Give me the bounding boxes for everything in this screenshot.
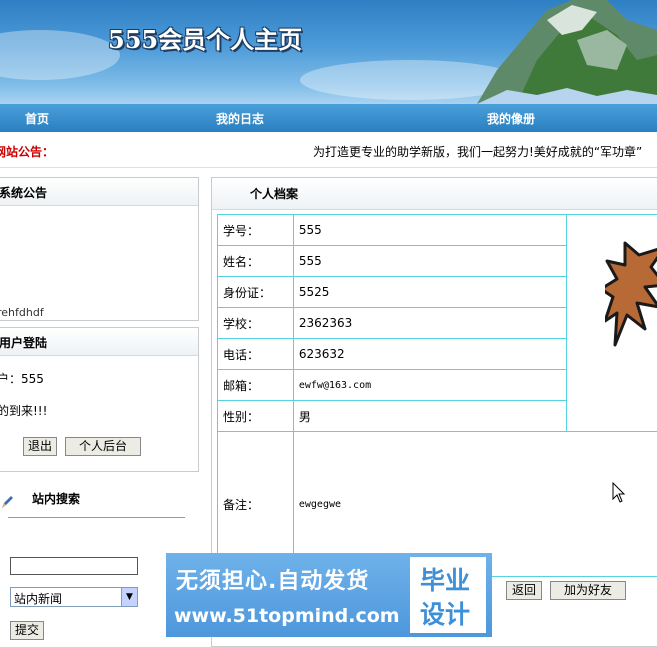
login-welcome: 的到来!!!	[0, 402, 47, 419]
system-notice-panel: 系统公告 rehfdhdf	[0, 177, 199, 321]
profile-value-name: 555	[293, 246, 566, 277]
watermark-logo-top: 毕业	[420, 561, 470, 597]
profile-label-gender: 性别：	[218, 401, 294, 432]
nav-my-album[interactable]: 我的像册	[487, 110, 535, 127]
profile-value-student-id: 555	[293, 215, 566, 246]
system-notice-scroll-text: rehfdhdf	[0, 306, 44, 319]
personal-profile-title: 个人档案	[212, 178, 657, 210]
notice-label: 网站公告：	[0, 143, 54, 160]
search-submit-button[interactable]: 提交	[10, 621, 44, 640]
profile-table: 学号： 555 姓名： 555 身份证： 5525 学校： 2362363 电话…	[217, 214, 657, 577]
pencil-icon	[0, 494, 14, 510]
search-input[interactable]	[10, 557, 138, 575]
profile-label-id-card: 身份证：	[218, 277, 294, 308]
watermark-slogan: 无须担心.自动发货	[176, 563, 369, 595]
search-category-value: 站内新闻	[14, 592, 62, 606]
user-login-title: 用户登陆	[0, 328, 198, 356]
profile-value-phone: 623632	[293, 339, 566, 370]
add-friend-button[interactable]: 加为好友	[550, 581, 626, 600]
site-notice-bar: 网站公告： 为打造更专业的助学新版，我们一起努力!美好成就的“军功章”	[0, 132, 657, 168]
site-title: 555会员个人主页	[108, 20, 302, 55]
profile-value-email: ewfw@163.com	[293, 370, 566, 401]
site-search-title: 站内搜索	[32, 490, 80, 507]
watermark-logo-bottom: 设计	[420, 595, 470, 631]
header-banner: 555会员个人主页	[0, 0, 657, 104]
main-nav: 首页 我的日志 我的像册	[0, 104, 657, 132]
mountain-image	[477, 0, 657, 104]
back-button[interactable]: 返回	[506, 581, 542, 600]
login-username: 户：555	[0, 370, 44, 387]
profile-label-school: 学校：	[218, 308, 294, 339]
cloud-decoration	[0, 30, 120, 80]
watermark-banner: 无须担心.自动发货 www.51topmind.com 毕业 设计	[166, 553, 492, 637]
user-login-panel: 用户登陆 户：555 的到来!!! 退出 个人后台	[0, 327, 199, 472]
table-row: 学号： 555	[218, 215, 657, 246]
chevron-down-icon[interactable]: ▼	[121, 588, 137, 606]
profile-photo	[567, 215, 657, 432]
divider	[8, 517, 185, 518]
profile-label-student-id: 学号：	[218, 215, 294, 246]
nav-home[interactable]: 首页	[25, 110, 49, 127]
notice-marquee-text: 为打造更专业的助学新版，我们一起努力!美好成就的“军功章”	[313, 143, 642, 160]
watermark-logo: 毕业 设计	[410, 557, 486, 633]
profile-label-email: 邮箱：	[218, 370, 294, 401]
logout-button[interactable]: 退出	[23, 437, 57, 456]
search-category-select[interactable]: 站内新闻 ▼	[10, 587, 138, 607]
profile-value-id-card: 5525	[293, 277, 566, 308]
profile-value-gender: 男	[293, 401, 566, 432]
profile-label-phone: 电话：	[218, 339, 294, 370]
system-notice-title: 系统公告	[0, 178, 198, 206]
nav-my-blog[interactable]: 我的日志	[216, 110, 264, 127]
watermark-url: www.51topmind.com	[174, 605, 400, 627]
profile-label-name: 姓名：	[218, 246, 294, 277]
personal-backend-button[interactable]: 个人后台	[65, 437, 141, 456]
avatar-image	[605, 233, 657, 363]
mouse-cursor-icon	[612, 482, 626, 504]
profile-value-school: 2362363	[293, 308, 566, 339]
